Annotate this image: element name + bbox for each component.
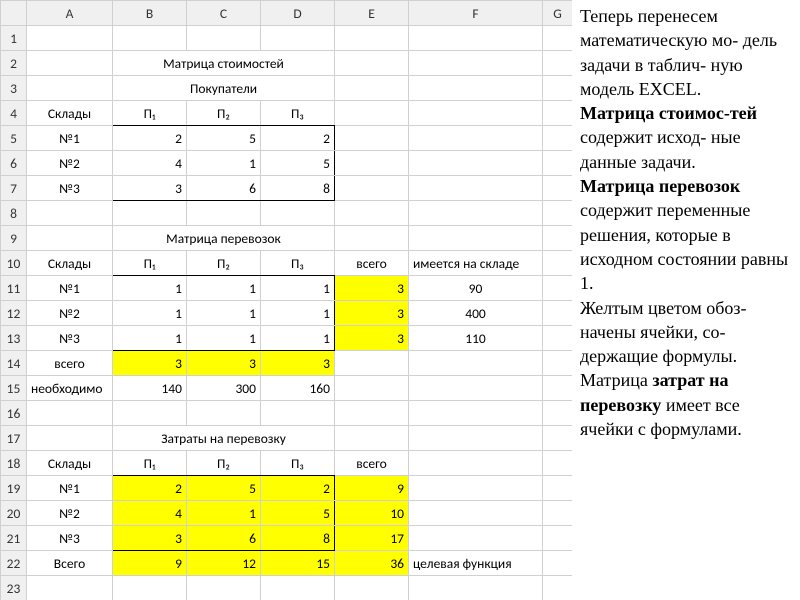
objective-label[interactable]: целевая функция (409, 551, 543, 576)
explanation-text: Матрица стоимос-тей содержит исход- ные … (580, 101, 792, 174)
buyer-header[interactable]: П₁ (113, 101, 187, 126)
total-label[interactable]: всего (335, 251, 409, 276)
col-header[interactable]: F (409, 1, 543, 26)
spend-title[interactable]: Затраты на перевозку (113, 426, 335, 451)
explanation-panel: Теперь перенесем математическую мо- дель… (572, 0, 800, 600)
grid[interactable]: A B C D E F G 1 2 Матрица стоимостей 3 П… (0, 0, 572, 600)
column-headers: A B C D E F G (1, 1, 573, 26)
stock-label[interactable]: имеется на складе (409, 251, 543, 276)
col-header[interactable]: E (335, 1, 409, 26)
explanation-text: Матрица перевозок содержит переменные ре… (580, 174, 792, 295)
col-header[interactable]: C (187, 1, 261, 26)
buyer-header[interactable]: П₃ (261, 101, 335, 126)
row-header[interactable]: 1 (1, 26, 27, 51)
buyer-header[interactable]: П₂ (187, 101, 261, 126)
explanation-text: Желтым цветом обоз- начены ячейки, со- д… (580, 296, 792, 369)
needed-label[interactable]: необходимо (27, 376, 113, 401)
warehouses-label[interactable]: Склады (27, 101, 113, 126)
col-header[interactable]: D (261, 1, 335, 26)
explanation-text: Теперь перенесем математическую мо- дель… (580, 4, 792, 101)
transport-matrix-title[interactable]: Матрица перевозок (113, 226, 335, 251)
col-header[interactable]: A (27, 1, 113, 26)
col-header[interactable]: G (543, 1, 573, 26)
explanation-text: Матрица затрат на перевозку имеет все яч… (580, 368, 792, 441)
grand-total[interactable]: 36 (335, 551, 409, 576)
spreadsheet[interactable]: A B C D E F G 1 2 Матрица стоимостей 3 П… (0, 0, 572, 600)
buyers-title[interactable]: Покупатели (113, 76, 335, 101)
col-header[interactable]: B (113, 1, 187, 26)
cost-matrix-title[interactable]: Матрица стоимостей (113, 51, 335, 76)
